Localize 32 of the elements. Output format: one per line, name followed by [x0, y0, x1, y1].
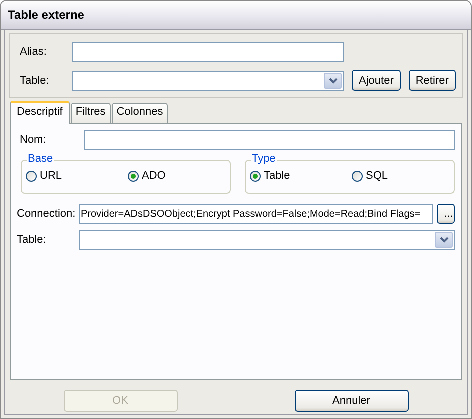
dropdown-button[interactable] — [435, 232, 453, 248]
dropdown-button[interactable] — [324, 72, 342, 88]
combo-box[interactable] — [79, 230, 455, 250]
button[interactable]: Annuler — [294, 390, 408, 412]
tab[interactable]: Descriptif — [10, 101, 70, 124]
window-title: Table externe — [8, 8, 84, 22]
field-label: Nom: — [19, 134, 48, 146]
input-field[interactable] — [84, 130, 455, 150]
group-title: Type — [251, 153, 277, 165]
radio-label[interactable]: SQL — [366, 170, 388, 182]
caret-icon — [440, 237, 448, 243]
radio-label[interactable]: URL — [40, 170, 62, 182]
field-label: Table: — [20, 74, 50, 86]
radio-label[interactable]: ADO — [142, 170, 166, 182]
browse-button[interactable]: ... — [437, 204, 455, 224]
caret-icon — [328, 78, 338, 84]
tab[interactable]: Filtres — [70, 103, 111, 123]
button[interactable]: Ajouter — [352, 70, 401, 91]
radio-label[interactable]: Table — [264, 170, 290, 182]
field-label: Alias: — [20, 46, 48, 58]
tab[interactable]: Colonnes — [112, 103, 168, 123]
radio-button[interactable] — [128, 170, 139, 182]
input-field[interactable]: Provider=ADsDSOObject;Encrypt Password=False;Mode=Read;Bind Flags= — [79, 204, 433, 224]
radio-button[interactable] — [352, 170, 363, 182]
button[interactable]: Retirer — [408, 70, 456, 91]
input-field[interactable] — [72, 42, 344, 62]
combo-box[interactable] — [72, 70, 344, 90]
field-label: Connection: — [17, 208, 77, 220]
field-label: Table: — [17, 234, 48, 246]
radio-button[interactable] — [250, 170, 261, 182]
radio-button[interactable] — [26, 170, 37, 182]
group-title: Base — [27, 153, 54, 165]
